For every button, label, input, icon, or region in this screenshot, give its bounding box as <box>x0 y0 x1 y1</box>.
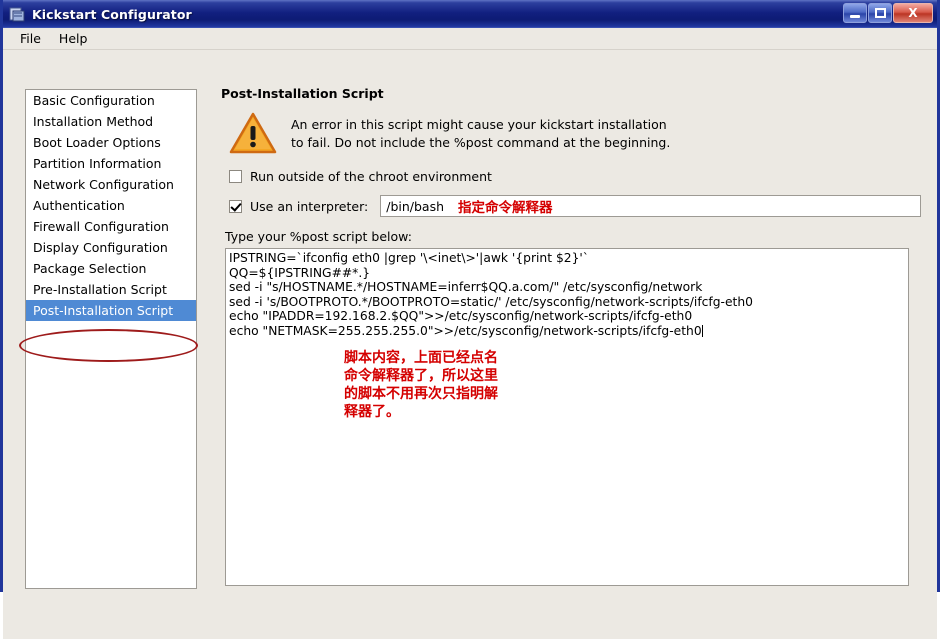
annotation-interpreter-text: 指定命令解释器 <box>458 200 553 216</box>
script-content: IPSTRING=`ifconfig eth0 |grep '\<inet\>'… <box>226 249 908 339</box>
warning-text-line-2: to fail. Do not include the %post comman… <box>291 135 671 150</box>
close-button[interactable]: X <box>893 3 933 23</box>
sidebar-item-network-configuration[interactable]: Network Configuration <box>26 174 196 195</box>
interpreter-checkbox[interactable] <box>229 199 242 213</box>
interpreter-row[interactable]: Use an interpreter: /bin/bash 指定命令解释器 <box>229 195 921 217</box>
sidebar-item-basic-configuration[interactable]: Basic Configuration <box>26 90 196 111</box>
application-window: Kickstart Configurator X File Help Basic… <box>0 0 940 639</box>
sidebar-item-boot-loader-options[interactable]: Boot Loader Options <box>26 132 196 153</box>
sidebar-item-post-installation-script[interactable]: Post-Installation Script <box>26 300 196 321</box>
chroot-checkbox-label: Run outside of the chroot environment <box>250 169 492 184</box>
menu-bar: File Help <box>3 28 937 50</box>
title-bar: Kickstart Configurator X <box>3 0 937 28</box>
navigation-list[interactable]: Basic Configuration Installation Method … <box>25 89 197 589</box>
script-line: QQ=${IPSTRING##*.} <box>229 265 371 280</box>
post-installation-panel: Post-Installation Script An error in thi… <box>221 86 921 596</box>
annotation-note-line: 的脚本不用再次只指明解 <box>344 386 498 402</box>
warning-text: An error in this script might cause your… <box>291 111 670 152</box>
warning-text-line-1: An error in this script might cause your… <box>291 117 667 132</box>
sidebar-item-pre-installation-script[interactable]: Pre-Installation Script <box>26 279 196 300</box>
maximize-button[interactable] <box>868 3 892 23</box>
sidebar-item-installation-method[interactable]: Installation Method <box>26 111 196 132</box>
interpreter-input[interactable]: /bin/bash 指定命令解释器 <box>380 195 921 217</box>
annotation-note-line: 脚本内容，上面已经点名 <box>344 350 498 366</box>
window-controls: X <box>843 3 933 23</box>
menu-item-help[interactable]: Help <box>50 29 97 48</box>
app-icon <box>8 5 26 23</box>
minimize-button[interactable] <box>843 3 867 23</box>
annotation-note-line: 命令解释器了，所以这里 <box>344 368 498 384</box>
script-line-last: echo "NETMASK=255.255.255.0">>/etc/sysco… <box>229 324 908 339</box>
maximize-icon <box>874 8 886 18</box>
page-title: Post-Installation Script <box>221 86 384 101</box>
warning-triangle-icon <box>229 111 277 155</box>
sidebar-item-firewall-configuration[interactable]: Firewall Configuration <box>26 216 196 237</box>
chroot-checkbox[interactable] <box>229 170 242 183</box>
script-label: Type your %post script below: <box>225 229 412 244</box>
script-line: sed -i 's/BOOTPROTO.*/BOOTPROTO=static/'… <box>229 294 753 309</box>
annotation-note-block: 脚本内容，上面已经点名 命令解释器了，所以这里 的脚本不用再次只指明解 释器了。 <box>344 349 498 421</box>
sidebar-item-authentication[interactable]: Authentication <box>26 195 196 216</box>
window-content: Basic Configuration Installation Method … <box>3 50 937 639</box>
script-line: echo "IPADDR=192.168.2.$QQ">>/etc/syscon… <box>229 309 693 324</box>
sidebar-item-display-configuration[interactable]: Display Configuration <box>26 237 196 258</box>
sidebar-item-package-selection[interactable]: Package Selection <box>26 258 196 279</box>
script-textarea[interactable]: IPSTRING=`ifconfig eth0 |grep '\<inet\>'… <box>225 248 909 586</box>
menu-item-file[interactable]: File <box>11 29 50 48</box>
text-caret <box>701 324 703 337</box>
window-title: Kickstart Configurator <box>32 6 192 22</box>
sidebar-item-partition-information[interactable]: Partition Information <box>26 153 196 174</box>
interpreter-input-value: /bin/bash <box>386 198 445 214</box>
interpreter-checkbox-label: Use an interpreter: <box>250 198 369 214</box>
script-line: sed -i "s/HOSTNAME.*/HOSTNAME=inferr$QQ.… <box>229 280 703 295</box>
annotation-note-line: 释器了。 <box>344 404 400 420</box>
warning-row: An error in this script might cause your… <box>229 111 921 155</box>
script-line: IPSTRING=`ifconfig eth0 |grep '\<inet\>'… <box>229 251 589 265</box>
minimize-icon <box>850 14 860 18</box>
script-line-last-text: echo "NETMASK=255.255.255.0">>/etc/sysco… <box>229 323 702 338</box>
chroot-checkbox-row[interactable]: Run outside of the chroot environment <box>229 169 921 184</box>
